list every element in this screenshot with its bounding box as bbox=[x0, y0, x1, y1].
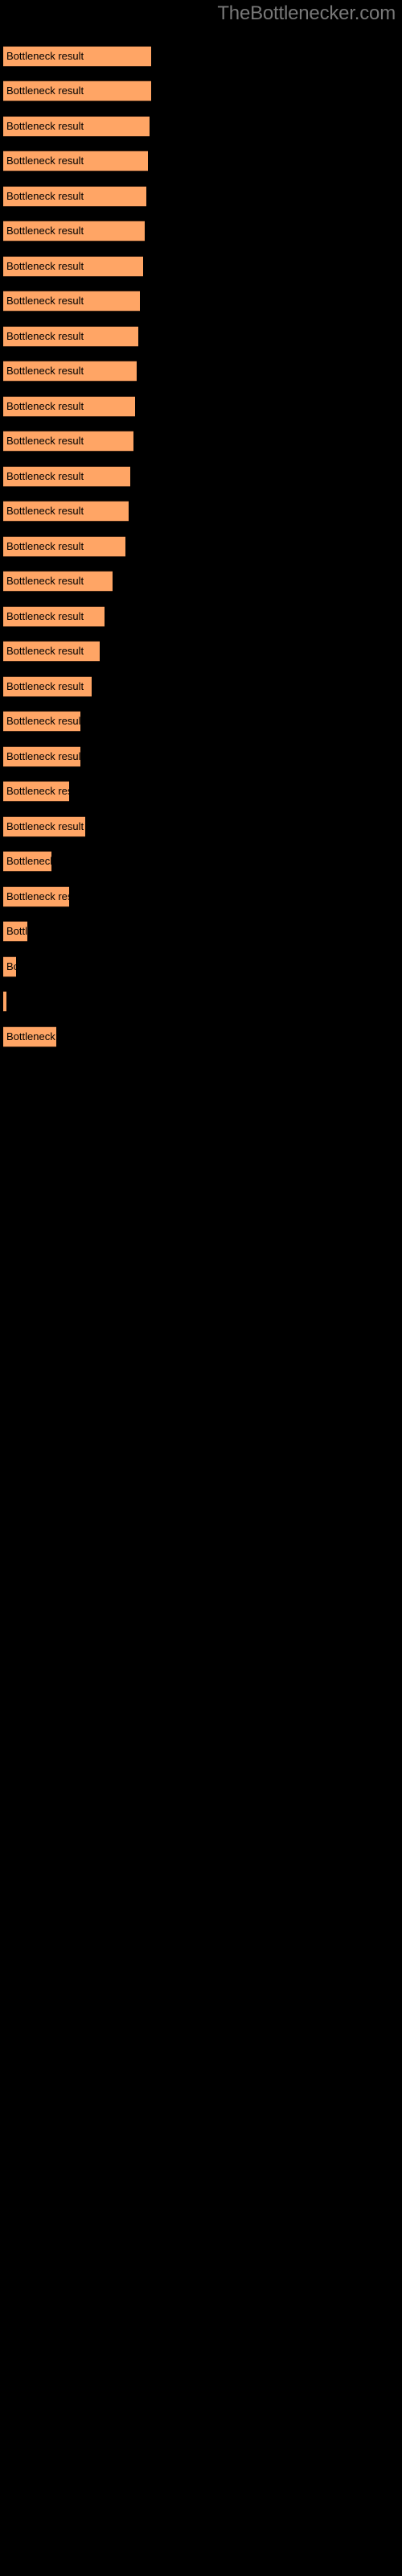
bar-row: Bottleneck result bbox=[0, 501, 402, 522]
bar-row: Bottleneck result bbox=[0, 116, 402, 137]
bar-row: Bottleneck result bbox=[0, 291, 402, 312]
bar-label-clip: Bottleneck result bbox=[0, 536, 125, 557]
bar-label: Bottleneck result bbox=[6, 85, 84, 97]
bar-label: Bottleneck result bbox=[6, 260, 84, 272]
bar-label-clip: Bottleneck result bbox=[0, 816, 85, 837]
bar-row: Bottleneck result bbox=[0, 151, 402, 171]
bar-label-clip: Bottleneck result bbox=[0, 361, 137, 382]
bar-label-clip: Bottleneck result bbox=[0, 256, 143, 277]
bar-row: Bottleneck result bbox=[0, 80, 402, 101]
bar-label: Bottleneck result bbox=[6, 610, 84, 622]
bar-row: Bottleneck result bbox=[0, 1026, 402, 1047]
bar-label: Bottleneck result bbox=[6, 575, 84, 587]
bar-label: Bottleneck result bbox=[6, 400, 84, 412]
bar-row: Bottleneck result bbox=[0, 746, 402, 767]
bar-row: Bottleneck result bbox=[0, 991, 402, 1012]
bottleneck-chart-page: TheBottlenecker.com Bottleneck result Bot… bbox=[0, 0, 402, 2576]
bar-row: Bottleneck result bbox=[0, 956, 402, 977]
bar-label: Bottleneck result bbox=[6, 190, 84, 202]
bar-label-clip: Bottleneck result bbox=[0, 781, 69, 802]
bar-label-clip: Bottleneck result bbox=[0, 46, 151, 67]
bar-label-clip: Bottleneck result bbox=[0, 501, 129, 522]
bar-label-clip: Bottleneck result bbox=[0, 80, 151, 101]
bar-row: Bottleneck result bbox=[0, 676, 402, 697]
bar-label-clip: Bottleneck result bbox=[0, 641, 100, 662]
bar-label-clip: Bottleneck result bbox=[0, 676, 92, 697]
bar-row: Bottleneck result bbox=[0, 466, 402, 487]
bar-label: Bottleneck result bbox=[6, 960, 16, 972]
bar-row: Bottleneck result bbox=[0, 781, 402, 802]
bar-row: Bottleneck result bbox=[0, 641, 402, 662]
bar-row: Bottleneck result bbox=[0, 536, 402, 557]
bar-label: Bottleneck result bbox=[6, 225, 84, 237]
bar-label-clip: Bottleneck result bbox=[0, 746, 80, 767]
bar-label-clip: Bottleneck result bbox=[0, 886, 69, 907]
bar-row: Bottleneck result bbox=[0, 221, 402, 242]
bar-label-clip: Bottleneck result bbox=[0, 186, 146, 207]
horizontal-bar-chart: Bottleneck result Bottleneck result Bottle… bbox=[0, 0, 402, 2576]
bar-label-clip: Bottleneck result bbox=[0, 221, 145, 242]
bar-label: Bottleneck result bbox=[6, 1030, 56, 1042]
bar-label: Bottleneck result bbox=[6, 295, 84, 307]
bar-row: Bottleneck result bbox=[0, 326, 402, 347]
bar-label: Bottleneck result bbox=[6, 50, 84, 62]
bar-label: Bottleneck result bbox=[6, 750, 80, 762]
bar-row: Bottleneck result bbox=[0, 46, 402, 67]
bar-label-clip: Bottleneck result bbox=[0, 466, 130, 487]
bar-label-clip: Bottleneck result bbox=[0, 151, 148, 171]
bar-row: Bottleneck result bbox=[0, 886, 402, 907]
bar-label: Bottleneck result bbox=[6, 330, 84, 342]
bar-label: Bottleneck result bbox=[6, 925, 27, 937]
bar-row: Bottleneck result bbox=[0, 256, 402, 277]
bar-label: Bottleneck result bbox=[6, 540, 84, 552]
bar-label: Bottleneck result bbox=[6, 505, 84, 517]
bar-label-clip: Bottleneck result bbox=[0, 956, 16, 977]
bar-row: Bottleneck result bbox=[0, 396, 402, 417]
bar-label: Bottleneck result bbox=[6, 785, 69, 797]
bar-label: Bottleneck result bbox=[6, 155, 84, 167]
bar-label-clip: Bottleneck result bbox=[0, 851, 51, 872]
bar-row: Bottleneck result bbox=[0, 921, 402, 942]
bar-label-clip: Bottleneck result bbox=[0, 291, 140, 312]
bar-row: Bottleneck result bbox=[0, 851, 402, 872]
bar-label: Bottleneck result bbox=[6, 435, 84, 447]
bar-label-clip: Bottleneck result bbox=[0, 711, 80, 732]
bar-label-clip: Bottleneck result bbox=[0, 396, 135, 417]
bar-row: Bottleneck result bbox=[0, 571, 402, 592]
bar-row: Bottleneck result bbox=[0, 711, 402, 732]
bar-label-clip: Bottleneck result bbox=[0, 431, 133, 452]
bar-label: Bottleneck result bbox=[6, 820, 84, 832]
bar-label: Bottleneck result bbox=[6, 645, 84, 657]
bar-row: Bottleneck result bbox=[0, 816, 402, 837]
bar-label: Bottleneck result bbox=[6, 120, 84, 132]
bar-row: Bottleneck result bbox=[0, 361, 402, 382]
bar-row: Bottleneck result bbox=[0, 606, 402, 627]
bar-label: Bottleneck result bbox=[6, 855, 51, 867]
bar-label-clip: Bottleneck result bbox=[0, 606, 105, 627]
bar-label: Bottleneck result bbox=[6, 470, 84, 482]
bar-label: Bottleneck result bbox=[6, 890, 69, 902]
bar-label: Bottleneck result bbox=[6, 715, 80, 727]
bar-label-clip: Bottleneck result bbox=[0, 116, 150, 137]
bar-label-clip: Bottleneck result bbox=[0, 1026, 56, 1047]
bar-label: Bottleneck result bbox=[6, 680, 84, 692]
bar-row: Bottleneck result bbox=[0, 186, 402, 207]
bar-label-clip: Bottleneck result bbox=[0, 326, 138, 347]
bar-label-clip: Bottleneck result bbox=[0, 921, 27, 942]
bar-label-clip: Bottleneck result bbox=[0, 571, 113, 592]
bar-label-clip: Bottleneck result bbox=[0, 991, 6, 1012]
bar-label: Bottleneck result bbox=[6, 365, 84, 377]
bar-row: Bottleneck result bbox=[0, 431, 402, 452]
